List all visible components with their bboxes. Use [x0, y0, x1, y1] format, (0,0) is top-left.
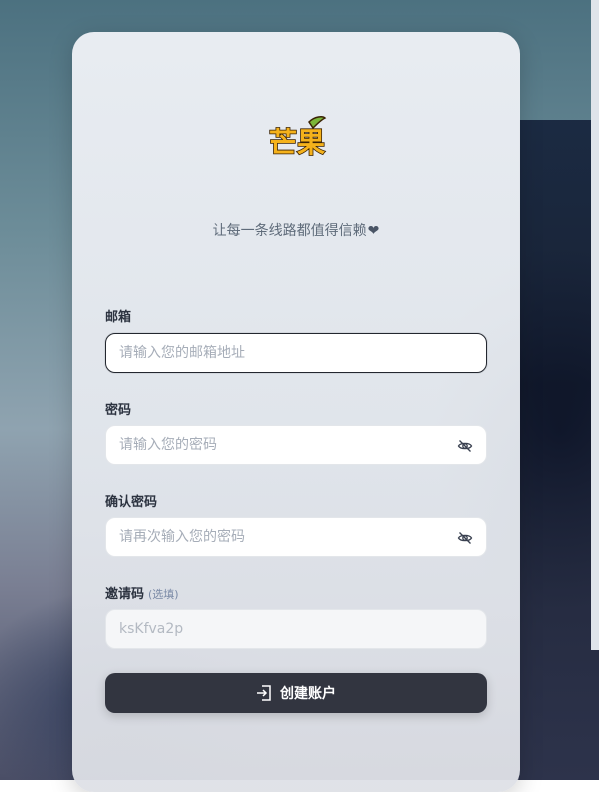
invite-code-field[interactable] [105, 609, 487, 649]
invite-code-input[interactable] [119, 610, 439, 648]
heart-icon: ❤ [367, 223, 380, 239]
create-account-label: 创建账户 [280, 686, 336, 702]
password-input[interactable] [119, 426, 439, 464]
email-input[interactable] [119, 334, 439, 372]
optional-note: (选填) [148, 588, 179, 601]
email-label: 邮箱 [105, 310, 132, 325]
password-field[interactable] [105, 425, 487, 465]
invite-code-label: 邀请码 (选填) [105, 583, 179, 602]
tagline-text: 让每一条线路都值得信赖 [212, 223, 367, 239]
confirm-password-field[interactable] [105, 517, 487, 557]
tagline: 让每一条线路都值得信赖❤ [72, 220, 520, 240]
login-icon [257, 685, 271, 701]
eye-off-icon[interactable] [457, 438, 473, 454]
logo-text: 芒果 [269, 126, 325, 159]
scrollbar-strip [591, 0, 599, 650]
create-account-button[interactable]: 创建账户 [105, 673, 487, 713]
email-field[interactable] [105, 333, 487, 373]
invite-code-label-text: 邀请码 [105, 587, 145, 602]
password-label: 密码 [105, 403, 132, 418]
brand-logo: 芒果 [265, 114, 329, 160]
eye-off-icon[interactable] [457, 530, 473, 546]
confirm-password-label: 确认密码 [105, 495, 158, 510]
register-card: 芒果 让每一条线路都值得信赖❤ 邮箱 密码 确认密码 邀请码(选填) [72, 32, 520, 792]
confirm-password-input[interactable] [119, 518, 439, 556]
